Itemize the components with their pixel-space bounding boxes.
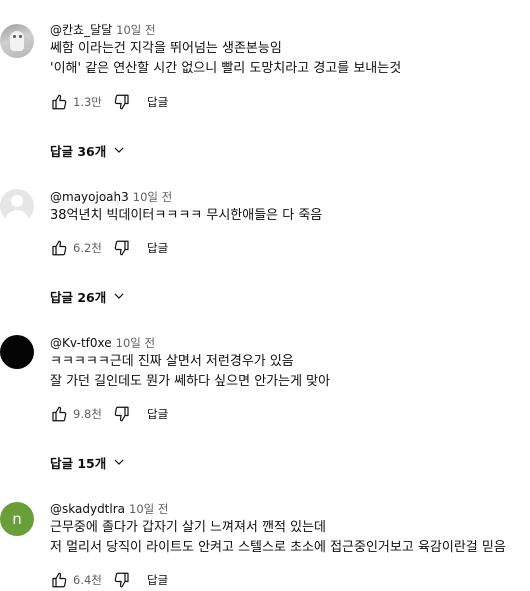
comment-text-line: 쎄함 이라는건 지각을 뛰어넘는 생존본능임 [50, 41, 282, 56]
avatar[interactable]: n [0, 502, 34, 536]
thumbs-up-icon [52, 406, 67, 422]
comment-text-line: 잘 가던 길인데도 뭔가 쎄하다 싶으면 안가는게 맞아 [50, 374, 331, 389]
thumbs-up-icon [52, 94, 67, 110]
comment-actions: 1.3만 답글 [48, 91, 168, 113]
comment-text-line: 38억년치 빅데이터ㅋㅋㅋㅋ 무시한애들은 다 죽음 [50, 208, 323, 223]
avatar-figure [10, 31, 24, 51]
like-button[interactable] [48, 403, 70, 425]
view-replies-button[interactable]: 답글 15개 [50, 452, 126, 472]
comment-text: 근무중에 졸다가 갑자기 살기 느껴져서 깬적 있는데 저 멀리서 당직이 라이… [50, 518, 530, 558]
like-count: 9.8천 [73, 407, 102, 421]
like-count: 6.2천 [73, 241, 102, 255]
view-replies-button[interactable]: 답글 36개 [50, 140, 126, 160]
avatar[interactable] [0, 189, 34, 223]
dislike-button[interactable] [111, 569, 133, 591]
comment-actions: 9.8천 답글 [48, 403, 168, 425]
reply-button[interactable]: 답글 [147, 94, 168, 110]
comment-text: ㅋㅋㅋㅋㅋ근데 진짜 살면서 저런경우가 있음 잘 가던 길인데도 뭔가 쎄하다… [50, 352, 530, 392]
default-avatar-head [11, 195, 23, 207]
avatar[interactable] [0, 24, 34, 58]
comment-author[interactable]: @skadydtlra [50, 502, 125, 516]
comment-text-line: '이해' 같은 연산할 시간 없으니 빨리 도망치라고 경고를 보내는것 [50, 61, 402, 76]
comment-author[interactable]: @mayojoah3 [50, 190, 129, 204]
thumbs-up-icon [52, 572, 67, 588]
comment-text-line: 저 멀리서 당직이 라이트도 안켜고 스텔스로 초소에 접근중인거보고 육감이란… [50, 540, 506, 555]
replies-count-label: 답글 15개 [50, 455, 107, 471]
dislike-button[interactable] [111, 91, 133, 113]
avatar[interactable] [0, 335, 34, 369]
chevron-down-icon [114, 147, 124, 153]
comment-time[interactable]: 10일 전 [129, 502, 168, 516]
view-replies-button[interactable]: 답글 26개 [50, 286, 126, 306]
comment-text-line: 근무중에 졸다가 갑자기 살기 느껴져서 깬적 있는데 [50, 520, 326, 535]
default-avatar-body [5, 210, 29, 223]
dislike-button[interactable] [111, 403, 133, 425]
comment-time[interactable]: 10일 전 [116, 336, 155, 350]
chevron-down-icon [114, 459, 124, 465]
like-button[interactable] [48, 91, 70, 113]
comment-time[interactable]: 10일 전 [116, 23, 155, 37]
comment-meta: @mayojoah3 10일 전 [50, 187, 172, 205]
like-count: 1.3만 [73, 95, 102, 109]
reply-button[interactable]: 답글 [147, 240, 168, 256]
comment-meta: @칸쵸_달달 10일 전 [50, 20, 156, 38]
comment-actions: 6.2천 답글 [48, 237, 168, 259]
comment-actions: 6.4천 답글 [48, 569, 168, 591]
dislike-button[interactable] [111, 237, 133, 259]
comment-author[interactable]: @Kv-tf0xe [50, 336, 112, 350]
comment-time[interactable]: 10일 전 [133, 190, 172, 204]
thumbs-down-icon [114, 406, 129, 422]
comment-meta: @skadydtlra 10일 전 [50, 499, 168, 517]
comment-meta: @Kv-tf0xe 10일 전 [50, 333, 155, 351]
thumbs-down-icon [114, 572, 129, 588]
comment-text: 38억년치 빅데이터ㅋㅋㅋㅋ 무시한애들은 다 죽음 [50, 206, 530, 226]
thumbs-up-icon [52, 240, 67, 256]
replies-count-label: 답글 26개 [50, 289, 107, 305]
avatar-initial: n [12, 510, 22, 528]
replies-count-label: 답글 36개 [50, 143, 107, 159]
thumbs-down-icon [114, 240, 129, 256]
comment-text-line: ㅋㅋㅋㅋㅋ근데 진짜 살면서 저런경우가 있음 [50, 354, 294, 369]
like-button[interactable] [48, 569, 70, 591]
comment-author[interactable]: @칸쵸_달달 [50, 23, 112, 37]
chevron-down-icon [114, 293, 124, 299]
like-button[interactable] [48, 237, 70, 259]
thumbs-down-icon [114, 94, 129, 110]
reply-button[interactable]: 답글 [147, 406, 168, 422]
avatar-eyes [13, 35, 16, 38]
comment-text: 쎄함 이라는건 지각을 뛰어넘는 생존본능임 '이해' 같은 연산할 시간 없으… [50, 39, 530, 79]
